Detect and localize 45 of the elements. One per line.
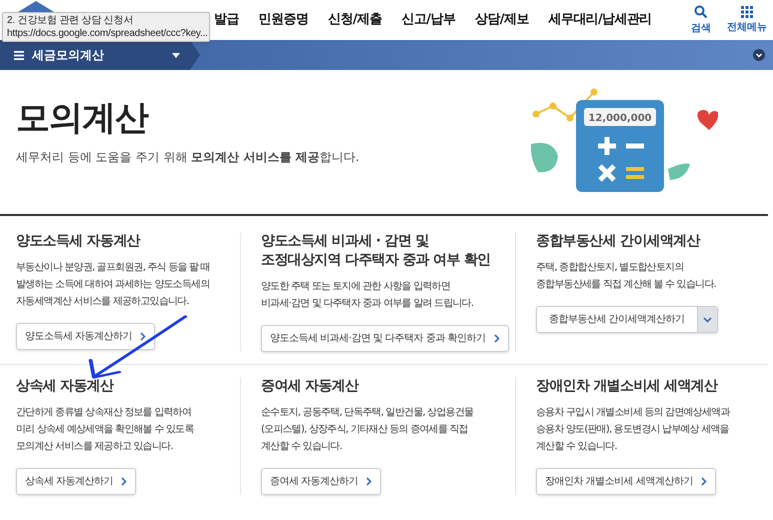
expand-circle-icon[interactable]: [753, 49, 765, 61]
card-description: 간단하게 종류별 상속재산 정보를 입력하여 미리 상속세 예상세액을 확인해볼 수 있도록 모의계산 서비스를 제공하고 있습니다.: [16, 406, 195, 454]
chevron-right-icon: [366, 477, 372, 486]
tooltip-text: https://docs.google.com/spreadsheet/ccc?key...: [7, 27, 205, 40]
card-description: 승용차 구입시 개별소비세 등의 감면예상세액과 승용차 양도(판매), 용도변경시 납부예상 세액을 계산할 수 있습니다.: [536, 406, 732, 454]
nav-link[interactable]: 상담/제보: [475, 10, 529, 30]
calculate-button[interactable]: 장애인차 개별소비세 세액계산하기: [536, 468, 716, 495]
card-description: 부동산이나 분양권, 골프회원권, 주식 등을 팔 때 발생하는 소득에 대하여 과세하는 양도소득세의 자동세액계산 서비스를 제공하고있습니다.: [16, 261, 211, 309]
card-description: 양도한 주택 또는 토지에 관한 사항을 입력하면 비과세·감면 및 다주택자 중과 여부를 알려 드립니다.: [261, 280, 474, 311]
menu-title: 세금모의계산: [32, 47, 104, 64]
grid-menu-icon: [741, 6, 753, 18]
nav-link[interactable]: 민원증명: [258, 10, 308, 30]
page-subtitle: 세무처리 등에 도움을 주기 위해 모의계산 서비스를 제공합니다.: [16, 149, 360, 166]
chevron-right-icon: [494, 334, 500, 343]
nav-link[interactable]: 발급: [214, 10, 239, 30]
nav-link[interactable]: 신청/제출: [328, 10, 382, 30]
search-button[interactable]: 검색: [691, 4, 711, 36]
dropdown-label[interactable]: 종합부동산세 간이세액계산하기: [537, 307, 697, 332]
caret-down-icon: [172, 52, 180, 58]
page-title: 모의계산: [16, 98, 150, 138]
calculate-button[interactable]: 증여세 자동계산하기: [261, 468, 382, 495]
card-title: 종합부동산세 간이세액계산: [536, 232, 702, 251]
chevron-down-icon: [702, 316, 712, 322]
all-menu-button[interactable]: 전체메뉴: [727, 6, 767, 34]
calculate-button[interactable]: 상속세 자동계산하기: [16, 468, 136, 495]
calculator-display-text: 12,000,000: [588, 113, 652, 124]
card-title: 양도소득세 비과세 · 감면 및 조정대상지역 다주택자 중과 여부 확인: [261, 232, 492, 270]
card-title: 양도소득세 자동계산: [16, 232, 142, 251]
card-title: 증여세 자동계산: [261, 377, 360, 396]
chevron-right-icon: [121, 477, 128, 486]
card-description: 순수토지, 공동주택, 단독주택, 일반건물, 상업용건물 (오피스텔), 상장주식, 기타재산 등의 증여세를 직접 계산할 수 있습니다.: [261, 406, 474, 454]
card-title: 장애인차 개별소비세 세액계산: [536, 377, 719, 396]
menu-icon: [14, 50, 24, 60]
tooltip-text: 2. 건강보험 관련 상담 신청서: [7, 14, 134, 27]
nav-link[interactable]: 신고/납부: [402, 10, 456, 30]
calculate-dropdown[interactable]: 종합부동산세 간이세액계산하기: [536, 306, 718, 333]
calculate-button[interactable]: 양도소득세 자동계산하기: [16, 323, 156, 350]
chevron-right-icon: [140, 332, 146, 341]
calculate-button[interactable]: 양도소득세 비과세·감면 및 다주택자 중과 확인하기: [261, 325, 509, 352]
chevron-right-icon: [700, 477, 707, 486]
card-description: 주택, 종합합산토지, 별도합산토지의 종합부동산세를 직접 계산해 볼 수 있습니다.: [536, 261, 717, 292]
card-title: 상속세 자동계산: [16, 377, 115, 396]
search-icon: [694, 4, 708, 18]
dropdown-toggle[interactable]: [696, 307, 717, 332]
nav-link[interactable]: 세무대리/납세관리: [548, 10, 652, 30]
